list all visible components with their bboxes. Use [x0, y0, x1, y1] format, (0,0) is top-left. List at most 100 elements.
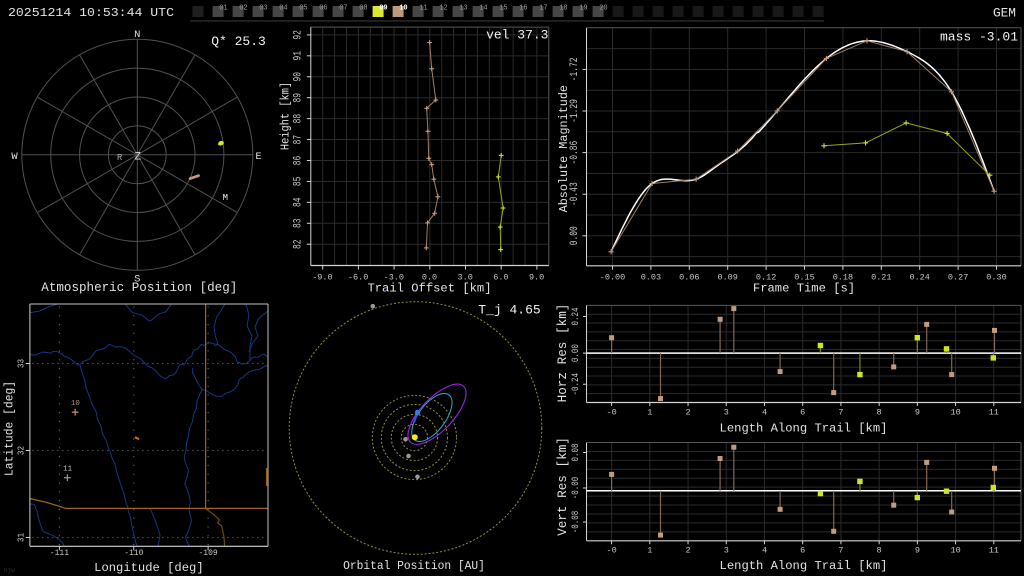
svg-text:Atmospheric Position [deg]: Atmospheric Position [deg]: [41, 281, 237, 295]
svg-text:Q* 25.3: Q* 25.3: [211, 34, 266, 49]
svg-text:-0.00: -0.00: [600, 273, 626, 283]
svg-text:0.00: 0.00: [569, 226, 581, 245]
svg-text:11: 11: [63, 465, 73, 473]
svg-text:04: 04: [279, 5, 287, 13]
svg-text:E: E: [255, 151, 261, 163]
svg-text:0.27: 0.27: [948, 273, 968, 283]
svg-text:11: 11: [989, 545, 999, 555]
svg-text:3: 3: [724, 407, 729, 417]
svg-text:20251214 10:53:44 UTC: 20251214 10:53:44 UTC: [8, 6, 174, 20]
svg-text:6.0: 6.0: [493, 273, 508, 283]
svg-text:Horz Res [km]: Horz Res [km]: [556, 304, 570, 403]
svg-text:0.24: 0.24: [571, 308, 582, 326]
svg-text:Longitude [deg]: Longitude [deg]: [94, 561, 204, 575]
svg-text:Orbital Position [AU]: Orbital Position [AU]: [343, 559, 485, 573]
svg-text:87: 87: [293, 135, 305, 145]
svg-text:-1.72: -1.72: [569, 58, 581, 82]
svg-text:14: 14: [479, 5, 487, 13]
svg-text:-6.0: -6.0: [348, 273, 368, 283]
svg-text:1: 1: [647, 407, 652, 417]
svg-text:05: 05: [299, 5, 307, 13]
svg-text:0.08: 0.08: [571, 444, 582, 462]
svg-text:31: 31: [16, 533, 27, 542]
svg-text:88: 88: [293, 114, 305, 124]
svg-text:02: 02: [239, 5, 247, 13]
svg-text:T_j 4.65: T_j 4.65: [478, 303, 540, 318]
svg-text:86: 86: [293, 156, 305, 166]
svg-text:Vert Res [km]: Vert Res [km]: [556, 437, 570, 536]
svg-text:13: 13: [459, 5, 467, 13]
svg-text:82: 82: [293, 239, 305, 249]
svg-text:4: 4: [762, 545, 767, 555]
svg-text:3: 3: [724, 545, 729, 555]
svg-text:Length Along Trail [km]: Length Along Trail [km]: [720, 559, 888, 573]
svg-text:Z: Z: [134, 151, 141, 163]
svg-text:17: 17: [539, 5, 547, 13]
svg-text:-0.08: -0.08: [571, 511, 582, 534]
svg-text:9.0: 9.0: [529, 273, 544, 283]
svg-text:89: 89: [293, 93, 305, 103]
svg-text:R: R: [117, 153, 123, 163]
svg-text:2: 2: [685, 545, 690, 555]
svg-text:W: W: [11, 151, 18, 163]
svg-text:-0: -0: [606, 407, 616, 417]
svg-text:Trail Offset [km]: Trail Offset [km]: [367, 282, 491, 296]
svg-text:Height [km]: Height [km]: [279, 82, 293, 150]
svg-text:-109: -109: [198, 549, 217, 558]
svg-text:83: 83: [293, 219, 305, 229]
svg-text:90: 90: [293, 72, 305, 82]
svg-text:8: 8: [877, 407, 882, 417]
svg-text:09: 09: [379, 5, 387, 13]
svg-text:-0.00: -0.00: [571, 477, 582, 500]
svg-text:92: 92: [293, 30, 305, 40]
svg-text:Latitude [deg]: Latitude [deg]: [3, 381, 17, 476]
svg-text:9: 9: [915, 407, 920, 417]
svg-text:18: 18: [559, 5, 567, 13]
svg-text:M: M: [223, 193, 228, 203]
svg-text:1: 1: [647, 545, 652, 555]
svg-text:-111: -111: [50, 549, 69, 558]
svg-text:11: 11: [989, 407, 999, 417]
svg-text:10: 10: [950, 545, 960, 555]
svg-text:11: 11: [419, 5, 427, 13]
svg-text:-0.24: -0.24: [571, 373, 582, 396]
svg-text:0.00: 0.00: [571, 344, 582, 362]
svg-text:Absolute Magnitude: Absolute Magnitude: [557, 85, 571, 212]
svg-text:91: 91: [293, 51, 305, 61]
svg-text:vel 37.3: vel 37.3: [486, 27, 548, 42]
svg-text:6: 6: [800, 545, 805, 555]
svg-text:-110: -110: [124, 549, 143, 558]
svg-text:0.03: 0.03: [641, 273, 661, 283]
svg-text:0.09: 0.09: [717, 273, 737, 283]
svg-text:10: 10: [71, 400, 81, 408]
svg-text:0.21: 0.21: [871, 273, 891, 283]
svg-text:03: 03: [259, 5, 267, 13]
svg-text:06: 06: [319, 5, 327, 13]
svg-text:9: 9: [915, 545, 920, 555]
svg-text:20: 20: [599, 5, 607, 13]
svg-text:10: 10: [950, 407, 960, 417]
svg-text:0.30: 0.30: [986, 273, 1006, 283]
svg-text:njw: njw: [4, 567, 15, 574]
svg-text:0.06: 0.06: [679, 273, 699, 283]
svg-text:84: 84: [293, 198, 305, 208]
svg-text:19: 19: [579, 5, 587, 13]
svg-text:Length Along Trail [km]: Length Along Trail [km]: [720, 422, 888, 436]
svg-text:mass -3.01: mass -3.01: [940, 29, 1018, 44]
svg-text:33: 33: [16, 359, 27, 368]
svg-text:10: 10: [399, 5, 407, 13]
svg-text:N: N: [134, 29, 140, 41]
svg-text:32: 32: [16, 446, 27, 455]
svg-text:16: 16: [519, 5, 527, 13]
svg-text:6: 6: [800, 407, 805, 417]
svg-text:12: 12: [439, 5, 447, 13]
svg-text:-9.0: -9.0: [312, 273, 332, 283]
svg-text:01: 01: [219, 5, 227, 13]
svg-text:-0: -0: [606, 545, 616, 555]
svg-text:15: 15: [499, 5, 507, 13]
svg-text:2: 2: [685, 407, 690, 417]
svg-text:GEM: GEM: [993, 5, 1016, 20]
svg-text:08: 08: [359, 5, 367, 13]
svg-text:7: 7: [838, 407, 843, 417]
svg-text:7: 7: [838, 545, 843, 555]
